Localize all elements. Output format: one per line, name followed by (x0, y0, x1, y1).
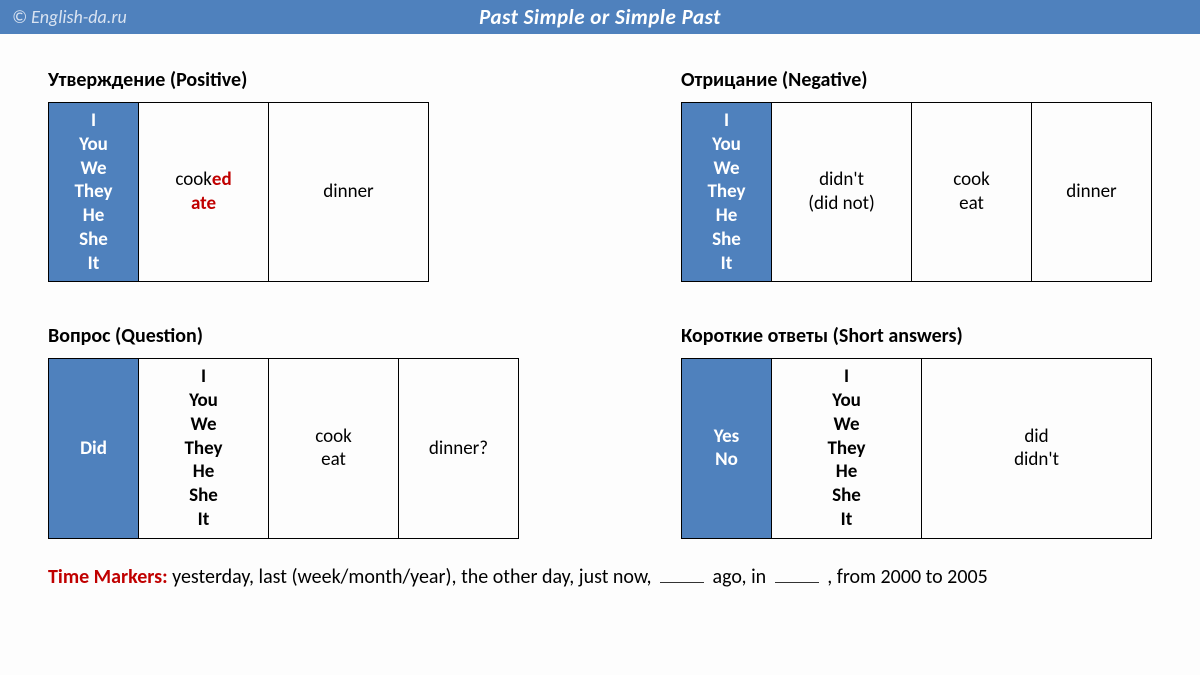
blank-1 (660, 582, 704, 583)
verb-ate: ate (191, 192, 216, 215)
verb-cook-base: cook (175, 168, 212, 191)
subj: We (682, 157, 771, 181)
time-markers: Time Markers: yesterday, last (week/mont… (0, 565, 1200, 589)
subj: You (682, 133, 771, 157)
subj: We (49, 157, 138, 181)
subj: She (682, 228, 771, 252)
subj: He (772, 460, 921, 484)
subj: He (682, 204, 771, 228)
subj: They (139, 437, 268, 461)
verb-cook: cook (953, 168, 990, 191)
row-1: Утверждение (Positive) I You We They He … (48, 68, 1152, 282)
blank-2 (775, 582, 819, 583)
verb-eat: eat (321, 448, 346, 471)
aux-didnt: didn't (819, 168, 864, 191)
question-subjects: I You We They He She It (139, 359, 269, 538)
subj: He (49, 204, 138, 228)
verb-cook-suffix: ed (212, 168, 232, 191)
subj: He (139, 460, 268, 484)
negative-subjects: I You We They He She It (682, 103, 772, 282)
ans-did: did (1024, 425, 1048, 448)
subj: I (772, 365, 921, 389)
subj: They (772, 437, 921, 461)
question-block: Вопрос (Question) Did I You We They He S… (48, 324, 519, 538)
verb-eat: eat (959, 192, 984, 215)
page-title: Past Simple or Simple Past (0, 4, 1200, 30)
content: Утверждение (Positive) I You We They He … (0, 34, 1200, 539)
positive-object: dinner (269, 103, 429, 282)
subj: It (49, 252, 138, 276)
header-bar: © English-da.ru Past Simple or Simple Pa… (0, 0, 1200, 34)
subj: It (682, 252, 771, 276)
negative-title: Отрицание (Negative) (681, 68, 1152, 92)
question-aux: Did (49, 359, 139, 538)
positive-block: Утверждение (Positive) I You We They He … (48, 68, 429, 282)
negative-object: dinner (1032, 103, 1152, 282)
negative-verbs: cook eat (912, 103, 1032, 282)
subj: I (682, 109, 771, 133)
subj: We (139, 413, 268, 437)
short-subjects: I You We They He She It (772, 359, 922, 538)
question-title: Вопрос (Question) (48, 324, 519, 348)
no-label: No (715, 448, 738, 471)
subj: I (139, 365, 268, 389)
markers-part1: yesterday, last (week/month/year), the o… (172, 565, 651, 589)
subj: They (49, 180, 138, 204)
subj: She (139, 484, 268, 508)
subj: You (49, 133, 138, 157)
aux-didnot: (did not) (808, 192, 875, 215)
positive-subjects: I You We They He She It (49, 103, 139, 282)
subj: We (772, 413, 921, 437)
site-credit: © English-da.ru (12, 6, 127, 28)
markers-part3: , from 2000 to 2005 (827, 565, 988, 589)
short-table: Yes No I You We They He She It (681, 358, 1152, 538)
subj: She (49, 228, 138, 252)
question-object: dinner? (399, 359, 519, 538)
negative-aux: didn't (did not) (772, 103, 912, 282)
subj: You (139, 389, 268, 413)
short-answers: did didn't (922, 359, 1152, 538)
question-verbs: cook eat (269, 359, 399, 538)
subj: I (49, 109, 138, 133)
verb-cook: cook (315, 425, 352, 448)
row-2: Вопрос (Question) Did I You We They He S… (48, 324, 1152, 538)
subj: You (772, 389, 921, 413)
short-yesno: Yes No (682, 359, 772, 538)
short-block: Короткие ответы (Short answers) Yes No I… (681, 324, 1152, 538)
subj: They (682, 180, 771, 204)
positive-verbs: cooked ate (139, 103, 269, 282)
markers-part2: ago, in (713, 565, 767, 589)
ans-didnt: didn't (1014, 448, 1059, 471)
yes-label: Yes (714, 425, 740, 448)
question-table: Did I You We They He She It coo (48, 358, 519, 538)
markers-label: Time Markers: (48, 565, 168, 589)
negative-table: I You We They He She It didn't (did not) (681, 102, 1152, 282)
short-title: Короткие ответы (Short answers) (681, 324, 1152, 348)
subj: It (772, 508, 921, 532)
subj: She (772, 484, 921, 508)
positive-table: I You We They He She It cooked ate d (48, 102, 429, 282)
negative-block: Отрицание (Negative) I You We They He Sh… (681, 68, 1152, 282)
positive-title: Утверждение (Positive) (48, 68, 429, 92)
subj: It (139, 508, 268, 532)
